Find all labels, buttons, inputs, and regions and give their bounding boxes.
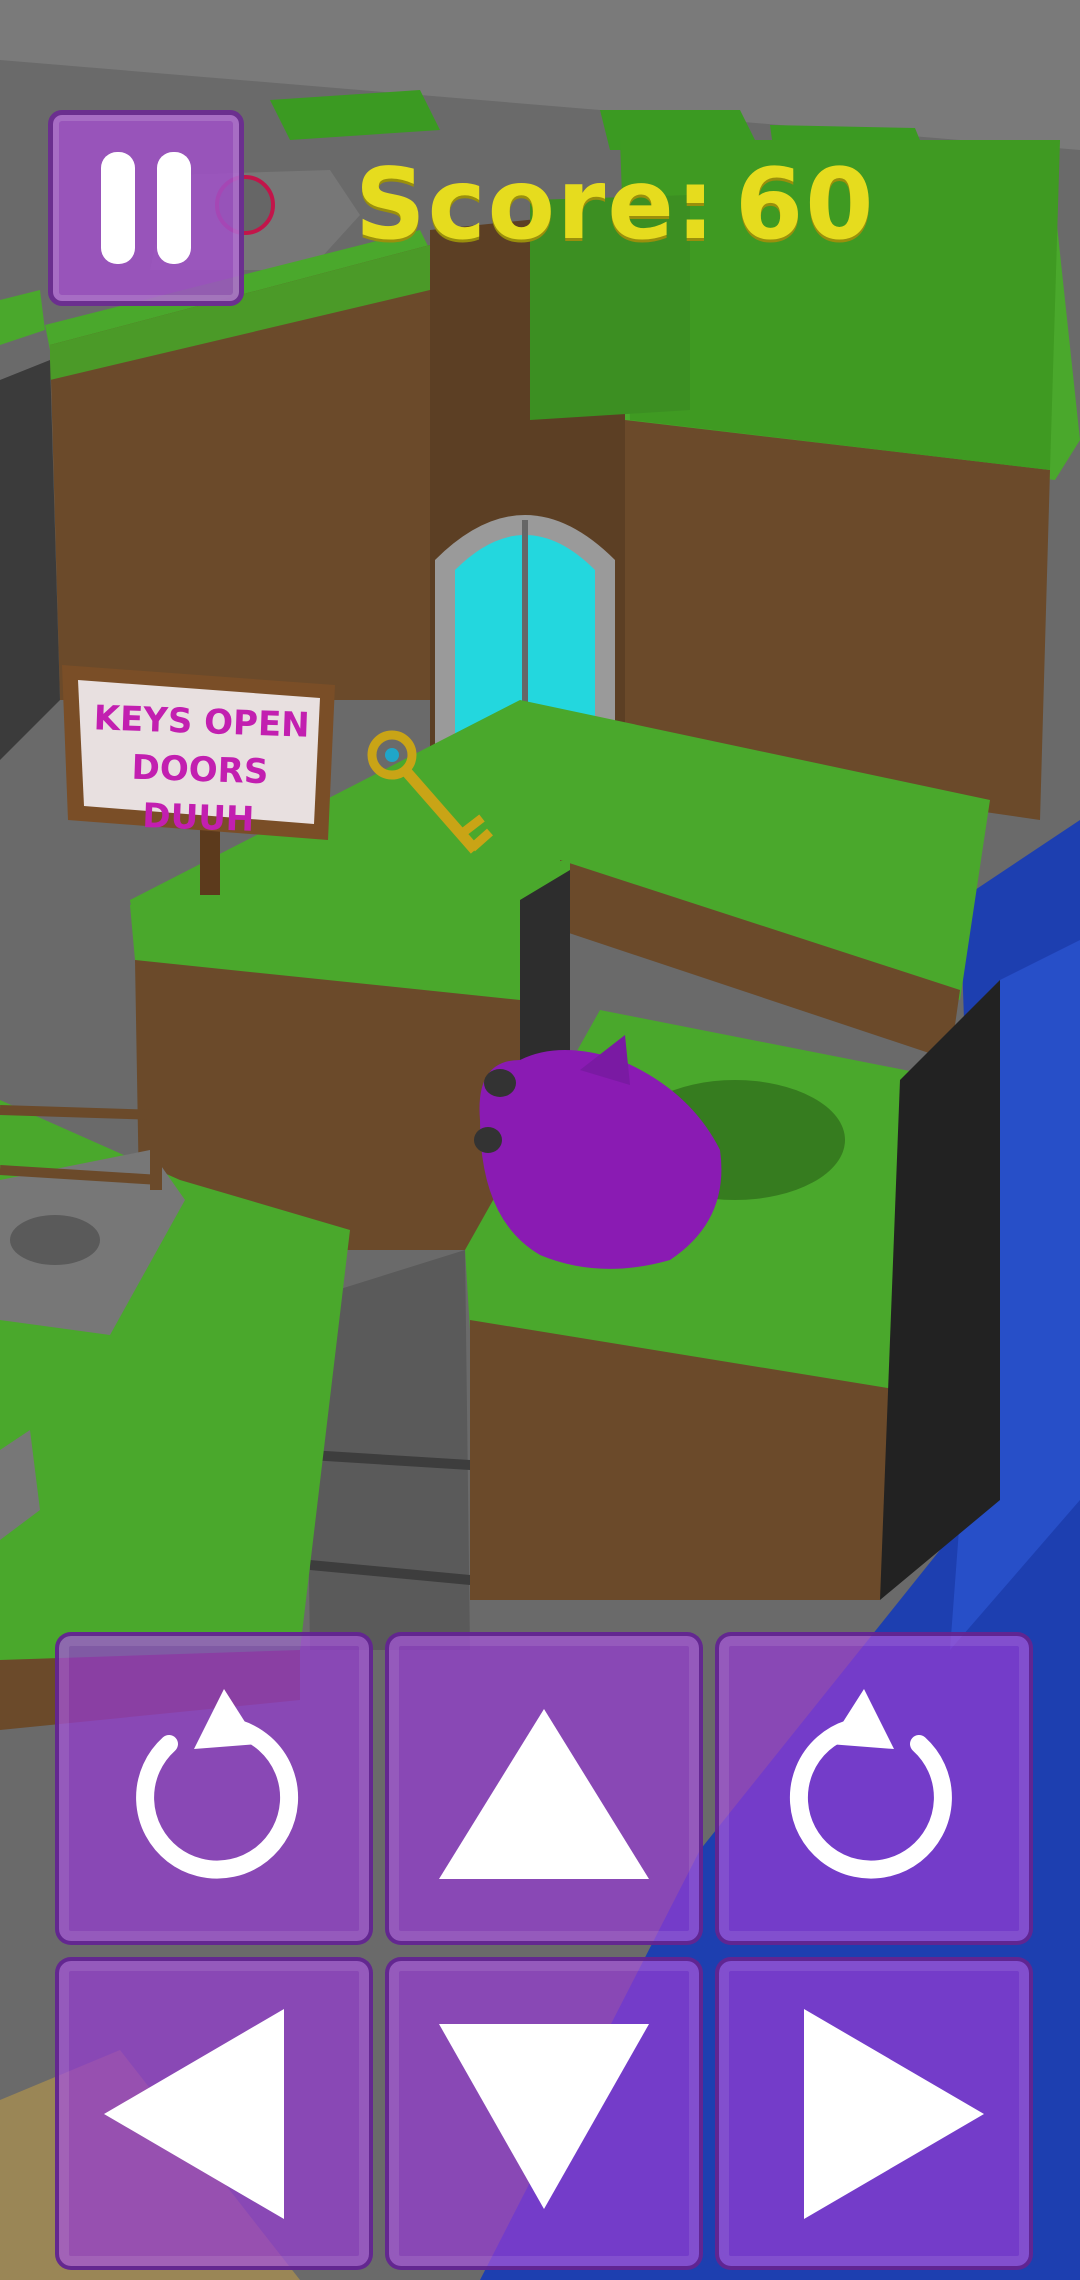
pause-button[interactable] bbox=[48, 110, 244, 306]
score-display: Score: 60 bbox=[355, 140, 875, 270]
score-label: Score: bbox=[355, 148, 717, 262]
rotate-counterclockwise-icon bbox=[789, 1688, 952, 1879]
move-right-button[interactable] bbox=[715, 1957, 1033, 2270]
rotate-clockwise-button[interactable] bbox=[55, 1632, 373, 1945]
rotate-counterclockwise-button[interactable] bbox=[715, 1632, 1033, 1945]
pause-icon bbox=[101, 152, 135, 264]
move-left-button[interactable] bbox=[55, 1957, 373, 2270]
arrow-up-icon bbox=[439, 1708, 649, 1879]
move-up-button[interactable] bbox=[385, 1632, 703, 1945]
sign-line-1: KEYS OPEN bbox=[93, 698, 311, 746]
rotate-clockwise-icon bbox=[136, 1688, 299, 1879]
control-pad bbox=[55, 1632, 1033, 2270]
move-down-button[interactable] bbox=[385, 1957, 703, 2270]
arrow-right-icon bbox=[804, 2008, 984, 2219]
arrow-down-icon bbox=[439, 2023, 649, 2209]
score-value: 60 bbox=[735, 148, 876, 262]
sign-text: KEYS OPEN DOORS DUUH bbox=[78, 694, 323, 846]
arrow-left-icon bbox=[104, 2008, 284, 2219]
sign-line-2: DOORS DUUH bbox=[130, 747, 270, 840]
